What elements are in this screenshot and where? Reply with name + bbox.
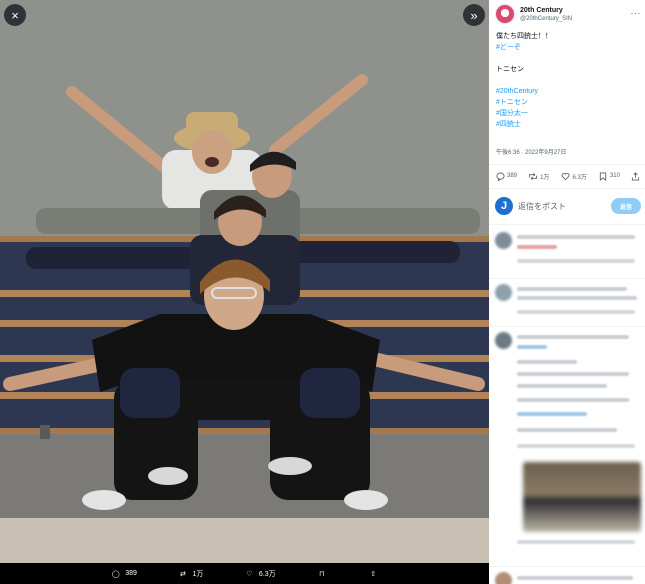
author-avatar[interactable] <box>495 4 515 24</box>
reply-text-redacted <box>517 296 637 300</box>
like-count: 6.3万 <box>572 174 587 181</box>
retweet-count: 1万 <box>540 174 550 181</box>
expand-panel-icon[interactable]: » <box>463 4 485 26</box>
like-button[interactable]: 6.3万 <box>560 171 587 181</box>
media-action-bar: ◯ 389 ⇄ 1万 ♡ 6.3万 ⊓ ⇧ <box>0 563 489 584</box>
reply-text-redacted <box>517 576 633 580</box>
tweet-author[interactable]: 20th Century @20thCentury_SIN <box>495 3 643 25</box>
media-reply-count: 389 <box>125 570 137 577</box>
reply-actions-redacted <box>517 310 635 314</box>
heart-icon <box>560 171 570 181</box>
media-retweet-button[interactable]: ⇄ 1万 <box>177 568 203 579</box>
reply-text-redacted <box>517 372 629 376</box>
divider <box>489 224 645 225</box>
blurred-reply[interactable] <box>495 232 641 276</box>
hashtag-link[interactable]: #どーぞ <box>496 42 640 53</box>
reply-count: 389 <box>507 173 518 179</box>
blurred-reply[interactable] <box>495 572 641 584</box>
reply-text-redacted <box>517 384 607 388</box>
bookmark-icon: ⊓ <box>318 570 325 578</box>
heart-icon: ♡ <box>246 570 253 578</box>
media-like-count: 6.3万 <box>258 570 276 578</box>
media-share-button[interactable]: ⇧ <box>368 568 379 579</box>
reply-submit-button[interactable]: 返信 <box>611 198 641 214</box>
divider <box>489 188 645 189</box>
hashtag-link[interactable]: #国分太一 <box>496 108 640 119</box>
blurred-reply[interactable] <box>495 284 641 324</box>
tweet-spacer <box>496 75 640 86</box>
reply-text-redacted <box>517 412 587 416</box>
tweet-line: 僕たち四銃士！！ <box>496 33 552 40</box>
hashtag-link[interactable]: #トニセン <box>496 97 640 108</box>
reply-text-redacted <box>517 287 627 291</box>
retweet-icon <box>528 171 538 181</box>
more-options-icon[interactable]: ··· <box>631 8 642 18</box>
divider <box>489 326 645 327</box>
reply-actions-redacted <box>517 259 635 263</box>
tweet-text: 僕たち四銃士！！ #どーぞ トニセン #20thCentury #トニセン #国… <box>496 31 640 130</box>
media-reply-button[interactable]: ◯ 389 <box>110 568 137 579</box>
divider <box>489 164 645 165</box>
reply-text-redacted <box>517 360 577 364</box>
tweet-spacer <box>496 53 640 64</box>
reply-avatar <box>495 232 512 249</box>
divider <box>489 566 645 567</box>
author-handle[interactable]: @20thCentury_SIN <box>520 15 572 23</box>
hashtag-link[interactable]: #四銃士 <box>496 119 640 130</box>
blurred-reply[interactable] <box>495 332 641 458</box>
tweet-photo[interactable] <box>0 0 489 563</box>
reply-composer: J 返信をポスト 返信 <box>495 195 641 217</box>
share-button[interactable] <box>631 171 641 181</box>
reply-avatar <box>495 572 512 584</box>
reply-actions-redacted <box>517 540 635 544</box>
bookmark-button[interactable]: 310 <box>598 171 620 181</box>
reply-text-redacted <box>517 235 635 239</box>
media-bookmark-button[interactable]: ⊓ <box>316 568 327 579</box>
hashtag-link[interactable]: #20thCentury <box>496 86 640 97</box>
reply-image-redacted[interactable] <box>523 462 641 532</box>
media-retweet-count: 1万 <box>192 570 204 578</box>
reply-actions-redacted <box>517 444 635 448</box>
retweet-button[interactable]: 1万 <box>528 171 549 181</box>
author-names: 20th Century @20thCentury_SIN <box>520 6 572 23</box>
tweet-stats-bar: 389 1万 6.3万 310 <box>495 168 641 184</box>
media-viewer: × » ◯ 389 ⇄ 1万 ♡ 6.3万 ⊓ ⇧ <box>0 0 489 584</box>
reply-avatar <box>495 284 512 301</box>
bookmark-icon <box>598 171 608 181</box>
tweet-line: トニセン <box>496 66 524 73</box>
reply-avatar <box>495 332 512 349</box>
bookmark-count: 310 <box>609 173 620 179</box>
user-avatar[interactable]: J <box>495 197 513 215</box>
tweet-detail-pane: 20th Century @20thCentury_SIN ··· 僕たち四銃士… <box>489 0 645 584</box>
reply-text-redacted <box>517 345 547 349</box>
reply-text-redacted <box>517 245 557 249</box>
blurred-reply-media[interactable] <box>495 460 641 550</box>
media-viewer-window: × » ◯ 389 ⇄ 1万 ♡ 6.3万 ⊓ ⇧ 20th Century @… <box>0 0 645 584</box>
reply-icon <box>495 171 505 181</box>
share-icon <box>631 171 641 181</box>
close-icon[interactable]: × <box>4 4 26 26</box>
author-display-name[interactable]: 20th Century <box>520 6 572 15</box>
divider <box>489 278 645 279</box>
share-icon: ⇧ <box>370 570 377 578</box>
retweet-icon: ⇄ <box>180 570 186 578</box>
reply-text-redacted <box>517 335 629 339</box>
reply-text-redacted <box>517 428 617 432</box>
reply-text-redacted <box>517 398 629 402</box>
media-like-button[interactable]: ♡ 6.3万 <box>244 568 276 579</box>
reply-button[interactable]: 389 <box>495 171 517 181</box>
reply-input[interactable]: 返信をポスト <box>518 201 611 212</box>
tweet-timestamp[interactable]: 午後6:36 · 2022年9月27日 <box>496 147 566 156</box>
reply-icon: ◯ <box>111 570 120 578</box>
